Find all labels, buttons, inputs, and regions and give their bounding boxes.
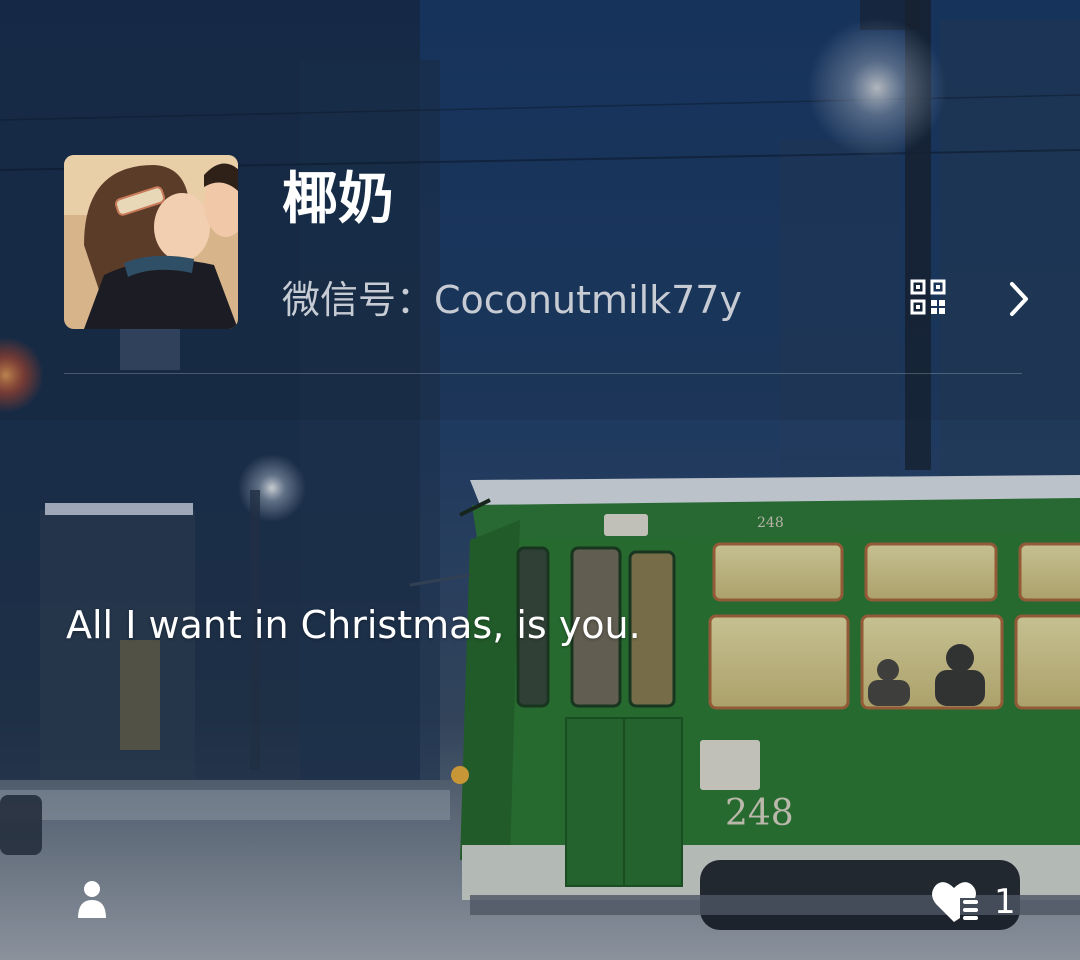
qr-code-icon[interactable] — [910, 279, 946, 315]
like-count: 1 — [994, 882, 1016, 922]
heart-list-icon — [932, 882, 978, 922]
profile-screen: 248 248 椰奶 微信号：Coconutmilk77y All I want… — [0, 0, 1080, 960]
wechat-id: 微信号：Coconutmilk77y — [282, 278, 742, 322]
status-text[interactable]: All I want in Christmas, is you. — [66, 600, 641, 650]
profile-header[interactable]: 椰奶 微信号：Coconutmilk77y — [64, 155, 1036, 375]
person-icon[interactable] — [76, 880, 108, 920]
chevron-right-icon[interactable] — [1004, 279, 1034, 319]
cover-background-image[interactable]: 248 248 — [0, 0, 1080, 960]
avatar[interactable] — [64, 155, 238, 329]
nickname: 椰奶 — [282, 167, 394, 232]
header-divider — [64, 373, 1022, 374]
